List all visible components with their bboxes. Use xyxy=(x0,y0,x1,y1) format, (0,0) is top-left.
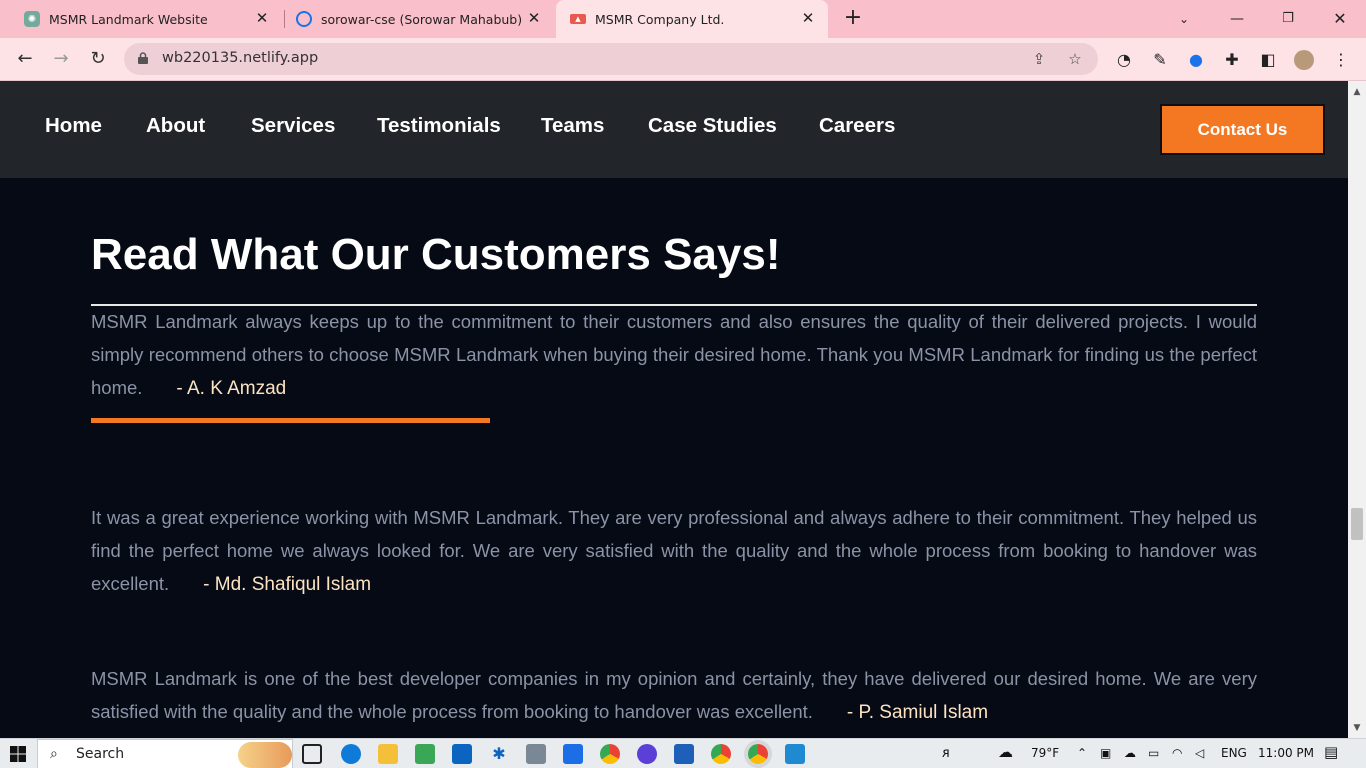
people-icon[interactable]: ᴙ xyxy=(942,746,950,761)
close-tab-icon[interactable]: ✕ xyxy=(800,10,816,26)
testimonial-author: - Md. Shafiqul Islam xyxy=(203,574,372,595)
tab-msmr-company[interactable]: ▲ MSMR Company Ltd. ✕ xyxy=(556,0,828,38)
contact-us-button[interactable]: Contact Us xyxy=(1160,104,1325,155)
volume-icon[interactable]: ◁ xyxy=(1195,746,1204,760)
nav-careers[interactable]: Careers xyxy=(819,114,895,138)
menu-kebab-icon[interactable]: ⋮ xyxy=(1331,50,1351,70)
app-icon[interactable] xyxy=(563,744,583,764)
bookmark-star-icon[interactable]: ☆ xyxy=(1066,50,1084,68)
tab-separator xyxy=(284,10,285,28)
tab-sorowar-cse[interactable]: sorowar-cse (Sorowar Mahabub) ✕ xyxy=(286,0,554,38)
nav-services[interactable]: Services xyxy=(251,114,335,138)
accent-bar xyxy=(91,418,490,423)
vscode-icon[interactable] xyxy=(785,744,805,764)
extension-drop-icon[interactable]: ● xyxy=(1186,50,1206,70)
tab-msmr-landmark-website[interactable]: ✺ MSMR Landmark Website ✕ xyxy=(10,0,282,38)
store-icon[interactable] xyxy=(415,744,435,764)
weather-temp[interactable]: 79°F xyxy=(1031,746,1059,760)
address-bar[interactable]: wb220135.netlify.app ⇪ ☆ xyxy=(124,43,1098,75)
screen: ✺ MSMR Landmark Website ✕ sorowar-cse (S… xyxy=(0,0,1366,768)
notifications-icon[interactable]: ▤ xyxy=(1324,743,1338,761)
nav-about[interactable]: About xyxy=(146,114,205,138)
scroll-down-icon[interactable]: ▼ xyxy=(1352,723,1362,733)
page-scrollbar[interactable]: ▲ ▼ xyxy=(1348,81,1366,738)
testimonials-section: Read What Our Customers Says! MSMR Landm… xyxy=(0,178,1348,738)
testimonial-author: - P. Samiul Islam xyxy=(846,702,989,723)
word-icon[interactable] xyxy=(674,744,694,764)
scroll-up-icon[interactable]: ▲ xyxy=(1352,87,1362,97)
close-tab-icon[interactable]: ✕ xyxy=(254,10,270,26)
forward-arrow-icon[interactable]: → xyxy=(50,48,72,70)
tab-search-chevron-icon[interactable]: ⌄ xyxy=(1173,8,1195,30)
side-panel-icon[interactable]: ◧ xyxy=(1258,50,1278,70)
mail-icon[interactable] xyxy=(452,744,472,764)
search-icon: ⌕ xyxy=(50,746,58,762)
lock-icon xyxy=(138,52,148,64)
taskbar-search-box[interactable]: ⌕ Search xyxy=(37,739,293,768)
tab-title: MSMR Landmark Website xyxy=(49,11,208,27)
testimonial-text: MSMR Landmark is one of the best develop… xyxy=(91,668,1257,722)
site-navbar: Home About Services Testimonials Teams C… xyxy=(0,81,1348,178)
task-view-icon[interactable] xyxy=(302,744,322,764)
tab-title: MSMR Company Ltd. xyxy=(595,11,725,27)
scroll-thumb[interactable] xyxy=(1351,508,1363,540)
tab-strip: ✺ MSMR Landmark Website ✕ sorowar-cse (S… xyxy=(0,0,1366,38)
chrome-search-icon xyxy=(296,11,312,27)
new-tab-button[interactable]: + xyxy=(842,7,864,30)
weather-icon[interactable]: ☁ xyxy=(998,743,1013,761)
minimize-icon[interactable]: — xyxy=(1226,8,1248,30)
chrome-active-icon[interactable] xyxy=(748,744,768,764)
restore-icon[interactable]: ❐ xyxy=(1277,8,1299,30)
file-explorer-icon[interactable] xyxy=(378,744,398,764)
nav-testimonials[interactable]: Testimonials xyxy=(377,114,501,138)
wifi-icon[interactable]: ◠ xyxy=(1172,746,1182,760)
url-text[interactable]: wb220135.netlify.app xyxy=(162,50,318,66)
chrome-icon[interactable] xyxy=(600,744,620,764)
testimonial-2: It was a great experience working with M… xyxy=(91,501,1257,601)
reload-icon[interactable]: ↻ xyxy=(87,48,109,70)
color-picker-extension-icon[interactable]: ✎ xyxy=(1150,50,1170,70)
share-icon[interactable]: ⇪ xyxy=(1030,50,1048,68)
testimonial-3: MSMR Landmark is one of the best develop… xyxy=(91,662,1257,729)
nav-case-studies[interactable]: Case Studies xyxy=(648,114,777,138)
profile-avatar[interactable] xyxy=(1294,50,1314,70)
back-arrow-icon[interactable]: ← xyxy=(14,48,36,70)
chatgpt-icon: ✺ xyxy=(24,11,40,27)
browser-toolbar: ← → ↻ wb220135.netlify.app ⇪ ☆ ◔ ✎ ● ✚ ◧… xyxy=(0,38,1366,81)
nav-home[interactable]: Home xyxy=(45,114,102,138)
media-player-icon[interactable] xyxy=(637,744,657,764)
windows-taskbar: ⌕ Search ✱ ᴙ ☁ 79°F ⌃ ▣ ☁ ▭ ◠ ◁ ENG 11:0… xyxy=(0,738,1366,768)
tray-app-icon[interactable]: ▣ xyxy=(1100,746,1111,760)
battery-icon[interactable]: ▭ xyxy=(1148,746,1159,760)
testimonial-author: - A. K Amzad xyxy=(176,378,287,399)
msmr-favicon: ▲ xyxy=(570,14,586,24)
search-highlight-image xyxy=(238,742,292,768)
camera-icon[interactable] xyxy=(526,744,546,764)
performance-icon[interactable]: ◔ xyxy=(1114,50,1134,70)
search-label: Search xyxy=(76,746,125,762)
close-window-icon[interactable]: ✕ xyxy=(1329,8,1351,30)
bluetooth-icon[interactable]: ✱ xyxy=(489,744,509,764)
testimonial-1: MSMR Landmark always keeps up to the com… xyxy=(91,305,1257,405)
nav-teams[interactable]: Teams xyxy=(541,114,604,138)
tray-chevron-icon[interactable]: ⌃ xyxy=(1077,746,1087,760)
windows-start-icon[interactable] xyxy=(10,746,26,762)
tab-title: sorowar-cse (Sorowar Mahabub) xyxy=(321,11,523,27)
section-heading: Read What Our Customers Says! xyxy=(91,230,781,279)
onedrive-icon[interactable]: ☁ xyxy=(1124,746,1136,760)
clock[interactable]: 11:00 PM xyxy=(1258,746,1314,760)
extensions-puzzle-icon[interactable]: ✚ xyxy=(1222,50,1242,70)
edge-icon[interactable] xyxy=(341,744,361,764)
language-indicator[interactable]: ENG xyxy=(1221,746,1247,760)
chrome-profile-icon[interactable] xyxy=(711,744,731,764)
close-tab-icon[interactable]: ✕ xyxy=(526,10,542,26)
